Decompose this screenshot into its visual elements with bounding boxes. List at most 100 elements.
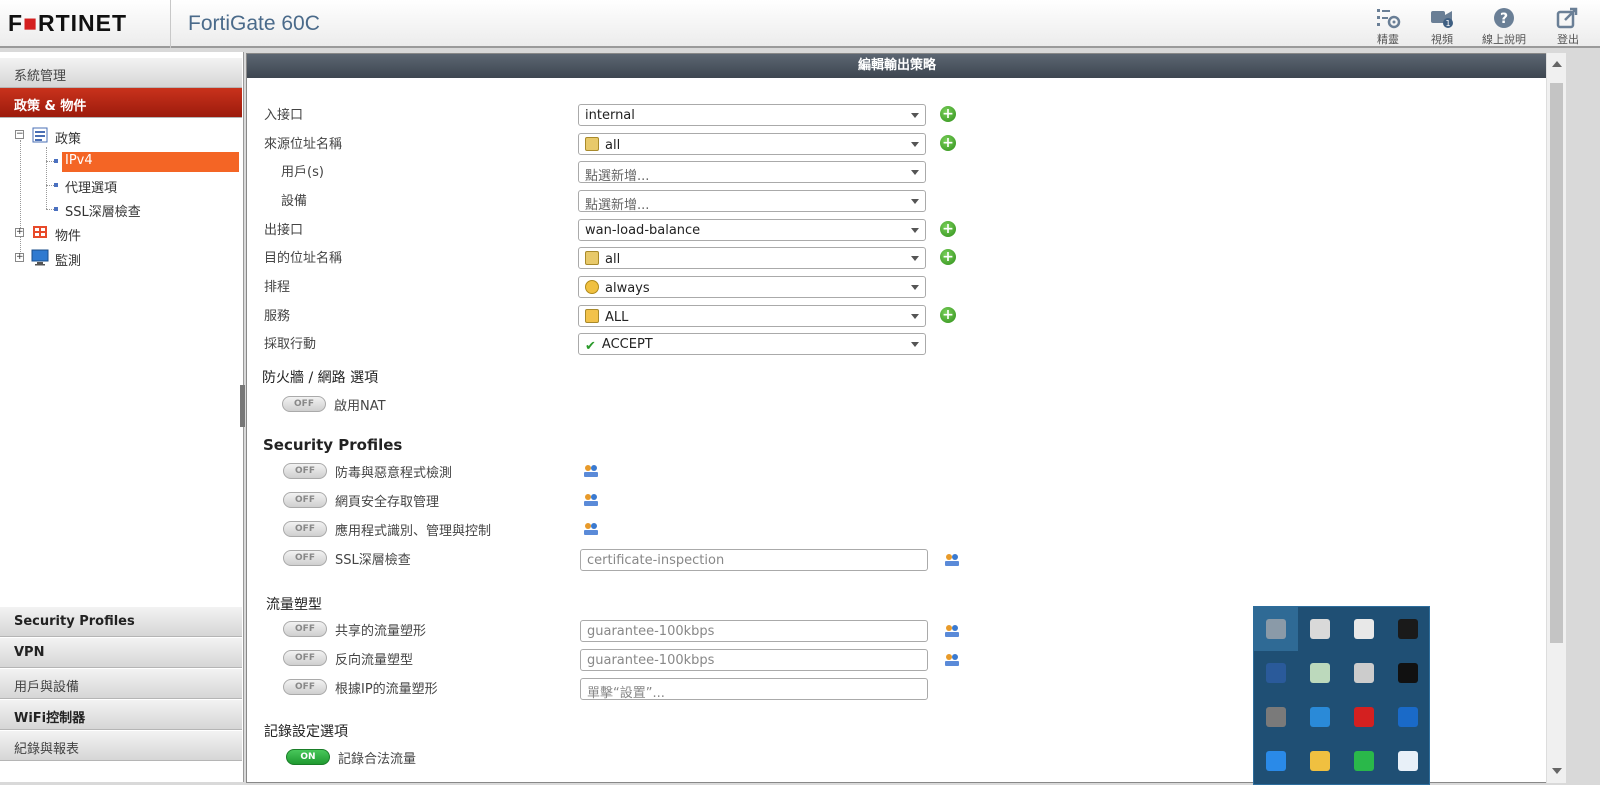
nav-system-admin[interactable]: 系統管理 xyxy=(0,58,242,88)
edit-profile-icon[interactable] xyxy=(944,623,960,639)
objects-icon xyxy=(33,226,47,238)
line-icon[interactable] xyxy=(1354,751,1374,771)
action-select[interactable]: ✔ ACCEPT xyxy=(578,333,926,355)
nvidia-icon[interactable] xyxy=(1398,619,1418,639)
nav-policy-objects[interactable]: 政策 & 物件 xyxy=(0,88,242,118)
tree-ssl-inspection[interactable]: SSL深層檢查 xyxy=(65,201,141,220)
destination-address-value: all xyxy=(605,252,621,267)
scroll-down-icon[interactable] xyxy=(1552,768,1562,774)
nav-log-report[interactable]: 紀錄與報表 xyxy=(0,731,242,761)
bluetooth-icon[interactable] xyxy=(1266,663,1286,683)
shared-shaper-toggle[interactable]: OFF xyxy=(283,621,327,637)
skype-icon[interactable] xyxy=(1398,751,1418,771)
printer-icon[interactable] xyxy=(1266,707,1286,727)
address-icon xyxy=(585,251,599,265)
traffic-shaping-section-title: 流量塑型 xyxy=(266,597,322,613)
nav-user-device[interactable]: 用戶與設備 xyxy=(0,669,242,699)
label-devices: 設備 xyxy=(281,194,308,209)
edit-profile-icon[interactable] xyxy=(583,492,599,508)
per-ip-shaper-field[interactable]: 單擊“設置”... xyxy=(580,678,928,701)
shared-shaper-field[interactable]: guarantee-100kbps xyxy=(580,620,928,642)
add-in-interface-icon[interactable]: + xyxy=(940,106,956,122)
users-select[interactable]: 點選新增... xyxy=(578,161,926,184)
reverse-shaper-field[interactable]: guarantee-100kbps xyxy=(580,649,928,671)
label-users: 用戶(s) xyxy=(281,165,324,180)
monitor-icon[interactable] xyxy=(1266,619,1286,639)
help-button[interactable]: ? 線上說明 xyxy=(1476,4,1532,48)
dropdown-arrow-icon xyxy=(911,228,919,233)
svg-text:1: 1 xyxy=(1445,19,1450,28)
reverse-shaper-toggle[interactable]: OFF xyxy=(283,650,327,666)
edit-profile-icon[interactable] xyxy=(583,463,599,479)
tree-objects[interactable]: 物件 xyxy=(55,225,81,244)
fortinet-logo: F■RTINET xyxy=(8,10,128,36)
logout-button[interactable]: 登出 xyxy=(1540,4,1596,48)
add-out-interface-icon[interactable]: + xyxy=(940,221,956,237)
collapse-policy-icon[interactable]: − xyxy=(15,130,24,139)
tree-bullet-icon xyxy=(54,159,58,163)
add-destination-address-icon[interactable]: + xyxy=(940,249,956,265)
service-select[interactable]: ALL xyxy=(578,305,926,327)
tree-line xyxy=(46,147,47,209)
sidebar-collapse-handle[interactable] xyxy=(240,385,245,427)
wizard-button[interactable]: 精靈 xyxy=(1360,4,1416,48)
edit-profile-icon[interactable] xyxy=(583,521,599,537)
tree-policy[interactable]: 政策 xyxy=(55,128,81,147)
label-source-address: 來源位址名稱 xyxy=(264,137,343,152)
in-interface-select[interactable]: internal xyxy=(578,104,926,126)
help-icon: ? xyxy=(1494,8,1514,28)
add-source-address-icon[interactable]: + xyxy=(940,135,956,151)
nav-wifi-controller[interactable]: WiFi控制器 xyxy=(0,700,242,730)
panel-title: 編輯輸出策略 xyxy=(247,54,1547,78)
schedule-select[interactable]: always xyxy=(578,276,926,298)
source-address-select[interactable]: all xyxy=(578,133,926,155)
web-filter-toggle[interactable]: OFF xyxy=(283,492,327,508)
scroll-thumb[interactable] xyxy=(1550,83,1563,643)
kaspersky-icon[interactable] xyxy=(1310,619,1330,639)
monitor-tree-icon xyxy=(31,249,49,266)
speaker-icon[interactable] xyxy=(1354,663,1374,683)
copy-icon[interactable] xyxy=(1354,619,1374,639)
vertical-scrollbar[interactable] xyxy=(1546,53,1566,783)
outlook-icon[interactable] xyxy=(1398,707,1418,727)
add-service-icon[interactable]: + xyxy=(940,307,956,323)
app-control-toggle[interactable]: OFF xyxy=(283,521,327,537)
scroll-up-icon[interactable] xyxy=(1552,61,1562,67)
out-interface-select[interactable]: wan-load-balance xyxy=(578,219,926,241)
per-ip-shaper-toggle[interactable]: OFF xyxy=(283,679,327,695)
devices-value: 點選新增... xyxy=(585,198,650,213)
expand-monitor-icon[interactable]: + xyxy=(15,253,24,262)
dropbox-icon[interactable] xyxy=(1266,751,1286,771)
nav-security-profiles[interactable]: Security Profiles xyxy=(0,607,242,637)
ssl-inspection-toggle[interactable]: OFF xyxy=(283,550,327,566)
web-filter-label: 網頁安全存取管理 xyxy=(335,495,440,510)
source-address-value: all xyxy=(605,138,621,153)
per-ip-shaper-label: 根據IP的流量塑形 xyxy=(335,682,438,697)
video-button[interactable]: 1 視頻 xyxy=(1414,4,1470,48)
tree-line xyxy=(46,185,54,186)
nav-vpn[interactable]: VPN xyxy=(0,638,242,668)
checkmark-icon: ✔ xyxy=(585,339,596,354)
devices-select[interactable]: 點選新增... xyxy=(578,190,926,213)
nat-toggle[interactable]: OFF xyxy=(282,396,326,412)
label-schedule: 排程 xyxy=(264,280,291,295)
tree-monitor[interactable]: 監測 xyxy=(55,250,81,269)
dropdown-arrow-icon xyxy=(911,314,919,319)
red-diamond-icon[interactable] xyxy=(1354,707,1374,727)
sync-icon[interactable] xyxy=(1310,707,1330,727)
edit-profile-icon[interactable] xyxy=(944,552,960,568)
palette-icon[interactable] xyxy=(1310,751,1330,771)
tree-proxy-options[interactable]: 代理選項 xyxy=(65,177,117,196)
product-name: FortiGate 60C xyxy=(188,12,320,35)
log-allowed-traffic-toggle[interactable]: ON xyxy=(286,749,330,765)
expand-objects-icon[interactable]: + xyxy=(15,228,24,237)
network-check-icon[interactable] xyxy=(1310,663,1330,683)
ssl-inspection-field[interactable]: certificate-inspection xyxy=(580,549,928,571)
xfire-icon[interactable] xyxy=(1398,663,1418,683)
destination-address-select[interactable]: all xyxy=(578,247,926,269)
antivirus-toggle[interactable]: OFF xyxy=(283,463,327,479)
tree-line xyxy=(46,161,54,162)
dropdown-arrow-icon xyxy=(911,285,919,290)
tree-ipv4[interactable]: IPv4 xyxy=(65,153,93,168)
edit-profile-icon[interactable] xyxy=(944,652,960,668)
